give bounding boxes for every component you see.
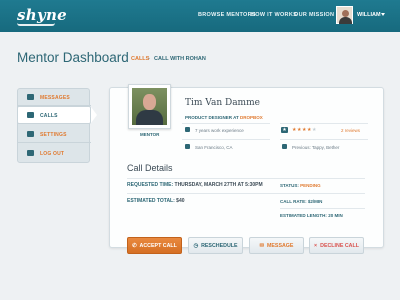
mentor-photo-image [132,88,167,125]
chevron-down-icon[interactable] [381,13,385,16]
clock-icon: ◷ [193,243,199,249]
divider [182,123,270,124]
photo-shirt [136,110,163,125]
divider [280,208,365,209]
estimated-length-value: 20 MIN [328,213,343,218]
status-label: STATUS: [280,183,299,188]
sidebar-item-label: MESSAGES [40,94,70,101]
divider [280,139,368,140]
requested-time-value: THURSDAY, MARCH 27TH AT 5:30PM [174,182,263,188]
user-avatar[interactable] [336,6,353,24]
phone-icon: ✆ [132,243,137,249]
call-rate-value: $2/MIN [307,199,323,204]
estimated-length: ESTIMATED LENGTH: 20 MIN [280,213,343,218]
nav-browse-mentors[interactable]: BROWSE MENTORS [198,12,256,18]
company-name[interactable]: DROPBOX [240,115,263,120]
call-rate: CALL RATE: $2/MIN [280,199,322,204]
message-label: MESSAGE [266,243,294,249]
decline-call-label: DECLINE CALL [320,243,359,249]
sidebar-item-logout[interactable]: LOG OUT [18,145,91,162]
star-icon: ★ [281,127,288,133]
nav-our-mission[interactable]: OUR MISSION [294,12,334,18]
avatar-body [339,17,352,24]
logout-icon [27,150,34,156]
sidebar-item-label: LOG OUT [40,150,65,157]
estimated-total-label: ESTIMATED TOTAL: [127,198,175,204]
phone-icon [27,112,34,118]
requested-time: REQUESTED TIME: THURSDAY, MARCH 27TH AT … [127,182,263,188]
reschedule-button[interactable]: ◷ RESCHEDULE [188,237,243,254]
sidebar-item-settings[interactable]: SETTINGS [18,126,91,143]
mentor-name: Tim Van Damme [185,98,260,108]
sidebar: MESSAGES SETTINGS LOG OUT [17,88,91,163]
mentor-photo [128,84,171,129]
divider [127,193,365,194]
active-pointer [91,107,97,123]
reviews-link[interactable]: 2 reviews [341,128,360,133]
previous-companies-text: Previous: Tappy, Bether [292,145,340,150]
mentor-role-label: MENTOR [140,132,160,137]
sidebar-item-label: CALLS [40,112,58,119]
sidebar-item-messages[interactable]: MESSAGES [18,89,91,106]
estimated-total-value: $40 [176,198,185,204]
job-title-text: PRODUCT DESIGNER AT [185,115,239,120]
breadcrumb-separator: › [148,56,150,62]
location-text: San Francisco, CA [195,145,233,150]
briefcase-icon [185,127,190,132]
sidebar-item-label: SETTINGS [40,131,67,138]
estimated-total: ESTIMATED TOTAL: $40 [127,198,185,204]
status-badge: PENDING [300,183,321,188]
requested-time-label: REQUESTED TIME: [127,182,174,188]
avatar-head [342,10,349,17]
photo-face [143,94,156,110]
star-empty-icon: ★ [311,127,317,133]
nav-how-it-works[interactable]: HOW IT WORKS [251,12,297,18]
message-button[interactable]: ✉ MESSAGE [249,237,304,254]
close-icon: × [314,243,318,249]
envelope-icon: ✉ [259,243,264,249]
divider [127,178,365,179]
estimated-length-label: ESTIMATED LENGTH: [280,213,327,218]
gear-icon [27,131,34,137]
mentor-job-title: PRODUCT DESIGNER AT DROPBOX [185,115,263,120]
divider [280,123,368,124]
call-rate-label: CALL RATE: [280,199,307,204]
location-pin-icon [185,144,190,149]
divider [182,139,270,140]
accept-call-button[interactable]: ✆ ACCEPT CALL [127,237,182,254]
user-menu-name[interactable]: WILLIAM [357,12,381,18]
decline-call-button[interactable]: × DECLINE CALL [309,237,364,254]
logo-swash [17,23,55,26]
shyne-logo[interactable]: shyne [17,6,67,24]
experience-text: 7 years work experience [195,128,244,133]
call-status: STATUS: PENDING [280,183,321,188]
rating-stars: ★★★★★ [292,127,317,133]
page-title: Mentor Dashboard [17,50,129,65]
call-details-heading: Call Details [127,163,173,173]
envelope-icon [27,94,34,100]
breadcrumb-calls[interactable]: CALLS [131,56,149,62]
accept-call-label: ACCEPT CALL [139,243,177,249]
reschedule-label: RESCHEDULE [201,243,238,249]
breadcrumb-current: CALL WITH ROHAN [154,56,206,62]
sidebar-item-calls[interactable]: CALLS [17,106,97,124]
building-icon [282,144,287,149]
